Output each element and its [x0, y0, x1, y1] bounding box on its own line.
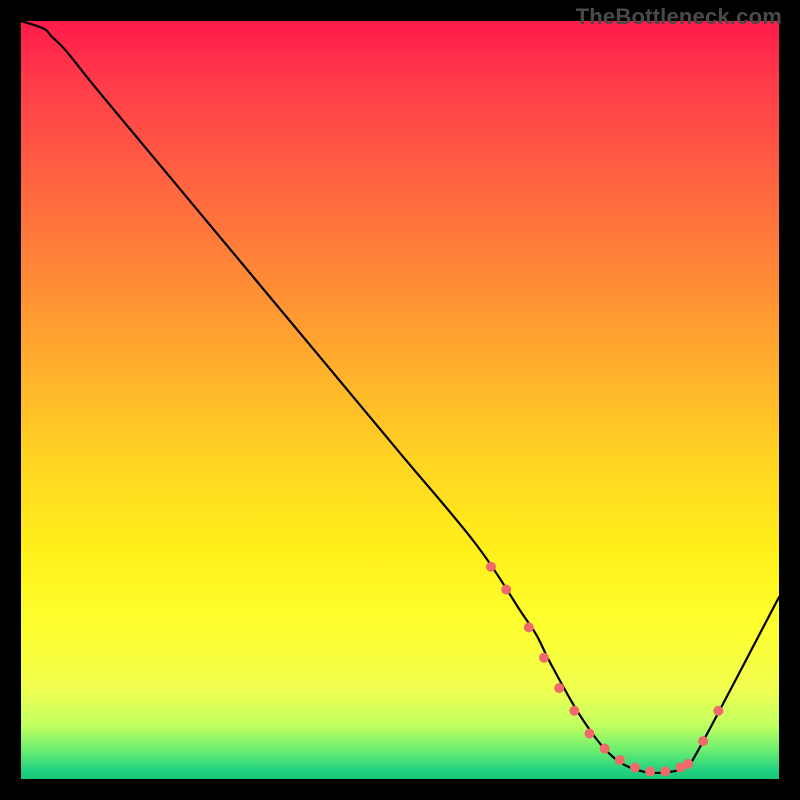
- watermark-text: TheBottleneck.com: [576, 4, 782, 30]
- chart-svg: [21, 21, 779, 779]
- marker-dot: [713, 706, 723, 716]
- marker-dot: [615, 755, 625, 765]
- marker-dot: [569, 706, 579, 716]
- marker-group: [486, 562, 723, 777]
- marker-dot: [660, 766, 670, 776]
- marker-dot: [600, 744, 610, 754]
- marker-dot: [524, 622, 534, 632]
- marker-dot: [585, 729, 595, 739]
- marker-dot: [698, 736, 708, 746]
- marker-dot: [645, 766, 655, 776]
- chart-plot-area: [21, 21, 779, 779]
- marker-dot: [630, 763, 640, 773]
- marker-dot: [501, 585, 511, 595]
- marker-dot: [486, 562, 496, 572]
- curve-line: [21, 21, 779, 773]
- marker-dot: [683, 759, 693, 769]
- marker-dot: [554, 683, 564, 693]
- marker-dot: [539, 653, 549, 663]
